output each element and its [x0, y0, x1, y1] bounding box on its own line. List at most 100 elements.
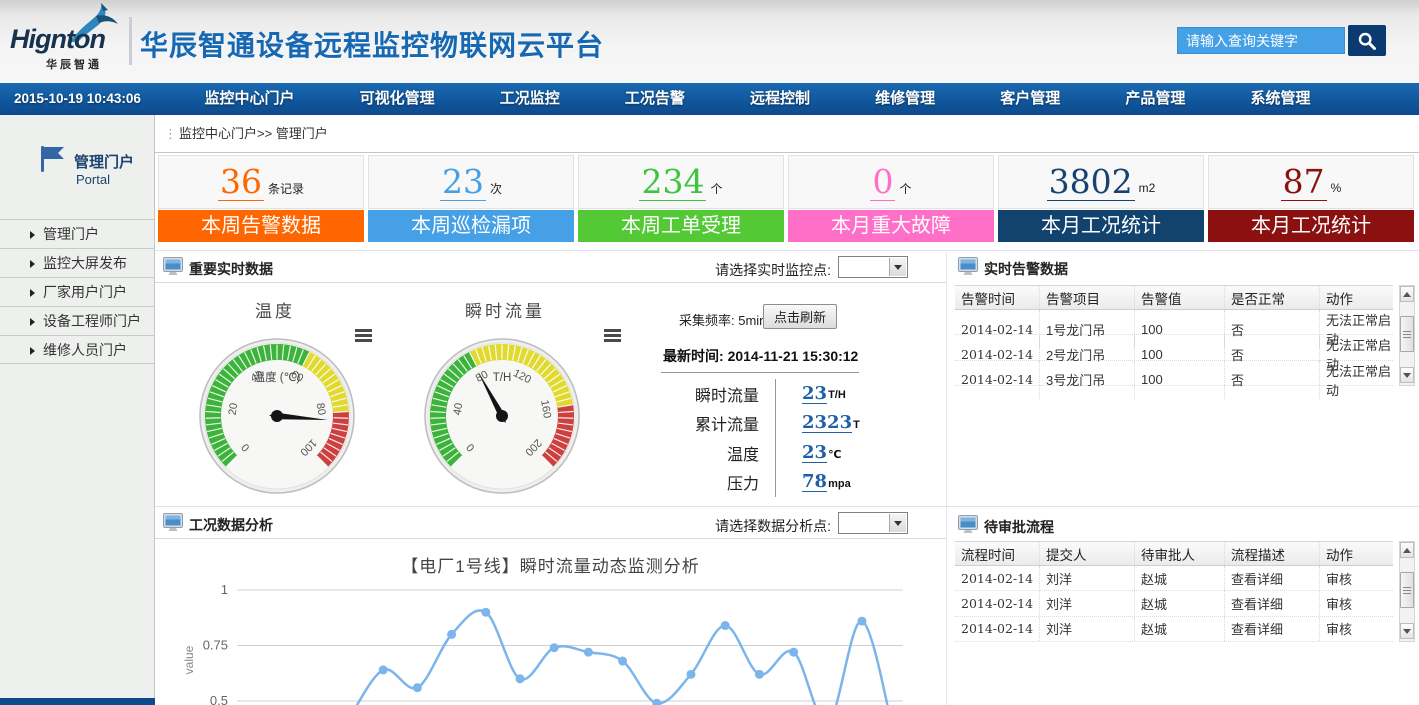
approval-table-header: 流程时间 提交人 待审批人 流程描述 动作 [955, 541, 1393, 566]
nav-datetime: 2015-10-19 10:43:06 [14, 83, 141, 115]
table-scrollbar[interactable] [1399, 541, 1415, 642]
readout-row: 压力 78mpa [631, 468, 899, 498]
sidebar-item-admin-portal[interactable]: 管理门户 [0, 219, 155, 248]
title-divider [129, 17, 132, 65]
triangle-right-icon [30, 231, 35, 239]
gauge-title-temperature: 温度 [255, 297, 295, 322]
divider [661, 372, 859, 373]
nav-item-monitor-center[interactable]: 监控中心门户 [195, 83, 305, 115]
nav-item-maintenance[interactable]: 维修管理 [865, 83, 945, 115]
readout-value-link[interactable]: 2323 [802, 413, 852, 433]
analysis-point-select[interactable] [838, 512, 908, 534]
stat-card-weekly-inspection: 23次 本周巡检漏项 [368, 155, 574, 245]
view-detail-link[interactable]: 查看详细 [1225, 591, 1320, 615]
latest-time-label: 最新时间: [663, 348, 724, 364]
stat-card-monthly-condition-area: 3802m2 本月工况统计 [998, 155, 1204, 245]
gauge-menu-hamburger-icon[interactable] [355, 329, 372, 342]
condition-analysis-panel: 工况数据分析 请选择数据分析点: 【电厂1号线】瞬时流量动态监测分析 0.50.… [155, 508, 946, 705]
nav-item-product[interactable]: 产品管理 [1115, 83, 1195, 115]
stat-value-link[interactable]: 36 [218, 164, 264, 201]
chevron-down-icon[interactable] [889, 514, 906, 532]
sidebar-item-vendor-portal[interactable]: 厂家用户门户 [0, 277, 155, 306]
search-button[interactable] [1348, 25, 1386, 56]
triangle-right-icon [30, 260, 35, 268]
logo-text: Hignton [10, 24, 105, 55]
breadcrumb: ⋮⋮ 监控中心门户>> 管理门户 [155, 115, 1419, 153]
stat-card-monthly-condition-pct: 87% 本月工况统计 [1208, 155, 1414, 245]
audit-link[interactable]: 审核 [1320, 566, 1393, 590]
readout-label: 温度 [631, 441, 775, 465]
readout-value-link[interactable]: 78 [802, 472, 827, 492]
nav-item-customer[interactable]: 客户管理 [990, 83, 1070, 115]
scroll-up-arrow-icon[interactable] [1400, 542, 1414, 558]
view-detail-link[interactable]: 查看详细 [1225, 617, 1320, 641]
sidebar: 管理门户 Portal 管理门户 监控大屏发布 厂家用户门户 设备工程师门户 维… [0, 115, 155, 698]
readout-unit: T [853, 419, 860, 431]
audit-link[interactable]: 审核 [1320, 617, 1393, 641]
stat-label: 本月重大故障 [788, 210, 994, 242]
readout-label: 累计流量 [631, 411, 775, 435]
search-input[interactable] [1177, 27, 1345, 54]
stat-value-link[interactable]: 87 [1281, 164, 1327, 201]
scroll-up-arrow-icon[interactable] [1400, 286, 1414, 302]
stat-value-link[interactable]: 0 [870, 164, 895, 201]
readout-row: 累计流量 2323T [631, 409, 899, 439]
col-header: 告警项目 [1040, 286, 1135, 309]
sidebar-item-label: 管理门户 [43, 226, 99, 242]
stat-value-link[interactable]: 23 [440, 164, 486, 201]
nav-item-condition-alarm[interactable]: 工况告警 [615, 83, 695, 115]
stat-unit: 个 [710, 180, 722, 197]
stat-label: 本周巡检漏项 [368, 210, 574, 242]
panel-title: 待审批流程 [984, 517, 1054, 537]
temperature-gauge: 020406080100温度 (℃) [197, 334, 357, 494]
panel-title: 重要实时数据 [189, 259, 273, 279]
sidebar-item-engineer-portal[interactable]: 设备工程师门户 [0, 306, 155, 335]
sidebar-item-label: 设备工程师门户 [43, 313, 141, 329]
sidebar-item-big-screen[interactable]: 监控大屏发布 [0, 248, 155, 277]
analysis-point-select-label: 请选择数据分析点: [715, 516, 831, 536]
footer-strip [0, 698, 155, 705]
table-scrollbar[interactable] [1399, 285, 1415, 386]
svg-text:1: 1 [221, 582, 228, 597]
monitor-icon [958, 257, 978, 276]
view-detail-link[interactable]: 查看详细 [1225, 566, 1320, 590]
scroll-down-arrow-icon[interactable] [1400, 367, 1414, 383]
sidebar-menu: 管理门户 监控大屏发布 厂家用户门户 设备工程师门户 维修人员门户 [0, 219, 155, 364]
monitor-icon [163, 257, 183, 276]
readout-value-link[interactable]: 23 [802, 443, 827, 463]
alarm-table: 告警时间 告警项目 告警值 是否正常 动作 2014-02-141号龙门吊100… [955, 285, 1393, 386]
svg-text:80: 80 [314, 402, 328, 416]
stat-value-link[interactable]: 234 [639, 164, 706, 201]
nav-item-system[interactable]: 系统管理 [1240, 83, 1320, 115]
collection-frequency-label: 采集频率: 5min [679, 310, 766, 329]
scrollbar-thumb[interactable] [1400, 572, 1414, 608]
pending-approval-panel: 待审批流程 流程时间 提交人 待审批人 流程描述 动作 2014-02-14刘洋… [950, 510, 1419, 705]
monitor-icon [958, 515, 978, 534]
app-header: Hignton 华辰智通 华辰智通设备远程监控物联网云平台 [0, 0, 1419, 83]
scroll-down-arrow-icon[interactable] [1400, 623, 1414, 639]
readout-value-link[interactable]: 23 [802, 384, 827, 404]
nav-item-remote-control[interactable]: 远程控制 [740, 83, 820, 115]
svg-text:40: 40 [452, 402, 466, 416]
table-row: 2014-02-143号龙门吊100否无法正常启动 [955, 361, 1393, 386]
gauge-menu-hamburger-icon[interactable] [604, 329, 621, 342]
stat-cards-row: 36条记录 本周告警数据 23次 本周巡检漏项 234个 本周工单受理 0个 本… [155, 155, 1419, 245]
svg-text:温度 (℃): 温度 (℃) [254, 370, 301, 384]
readout-unit: T/H [828, 389, 846, 401]
chevron-down-icon[interactable] [889, 258, 906, 276]
readout-label: 压力 [631, 470, 775, 494]
scrollbar-thumb[interactable] [1400, 316, 1414, 352]
logo-subtext: 华辰智通 [46, 56, 102, 72]
audit-link[interactable]: 审核 [1320, 591, 1393, 615]
page-title: 华辰智通设备远程监控物联网云平台 [140, 24, 604, 64]
stat-label: 本月工况统计 [1208, 210, 1414, 242]
monitor-point-select[interactable] [838, 256, 908, 278]
nav-item-condition-monitor[interactable]: 工况监控 [490, 83, 570, 115]
col-header: 流程时间 [955, 542, 1040, 565]
stat-value-link[interactable]: 3802 [1047, 164, 1135, 201]
nav-item-visualization[interactable]: 可视化管理 [350, 83, 445, 115]
refresh-button[interactable]: 点击刷新 [763, 304, 837, 329]
stat-label: 本月工况统计 [998, 210, 1204, 242]
stat-card-monthly-failures: 0个 本月重大故障 [788, 155, 994, 245]
sidebar-item-repair-portal[interactable]: 维修人员门户 [0, 335, 155, 364]
